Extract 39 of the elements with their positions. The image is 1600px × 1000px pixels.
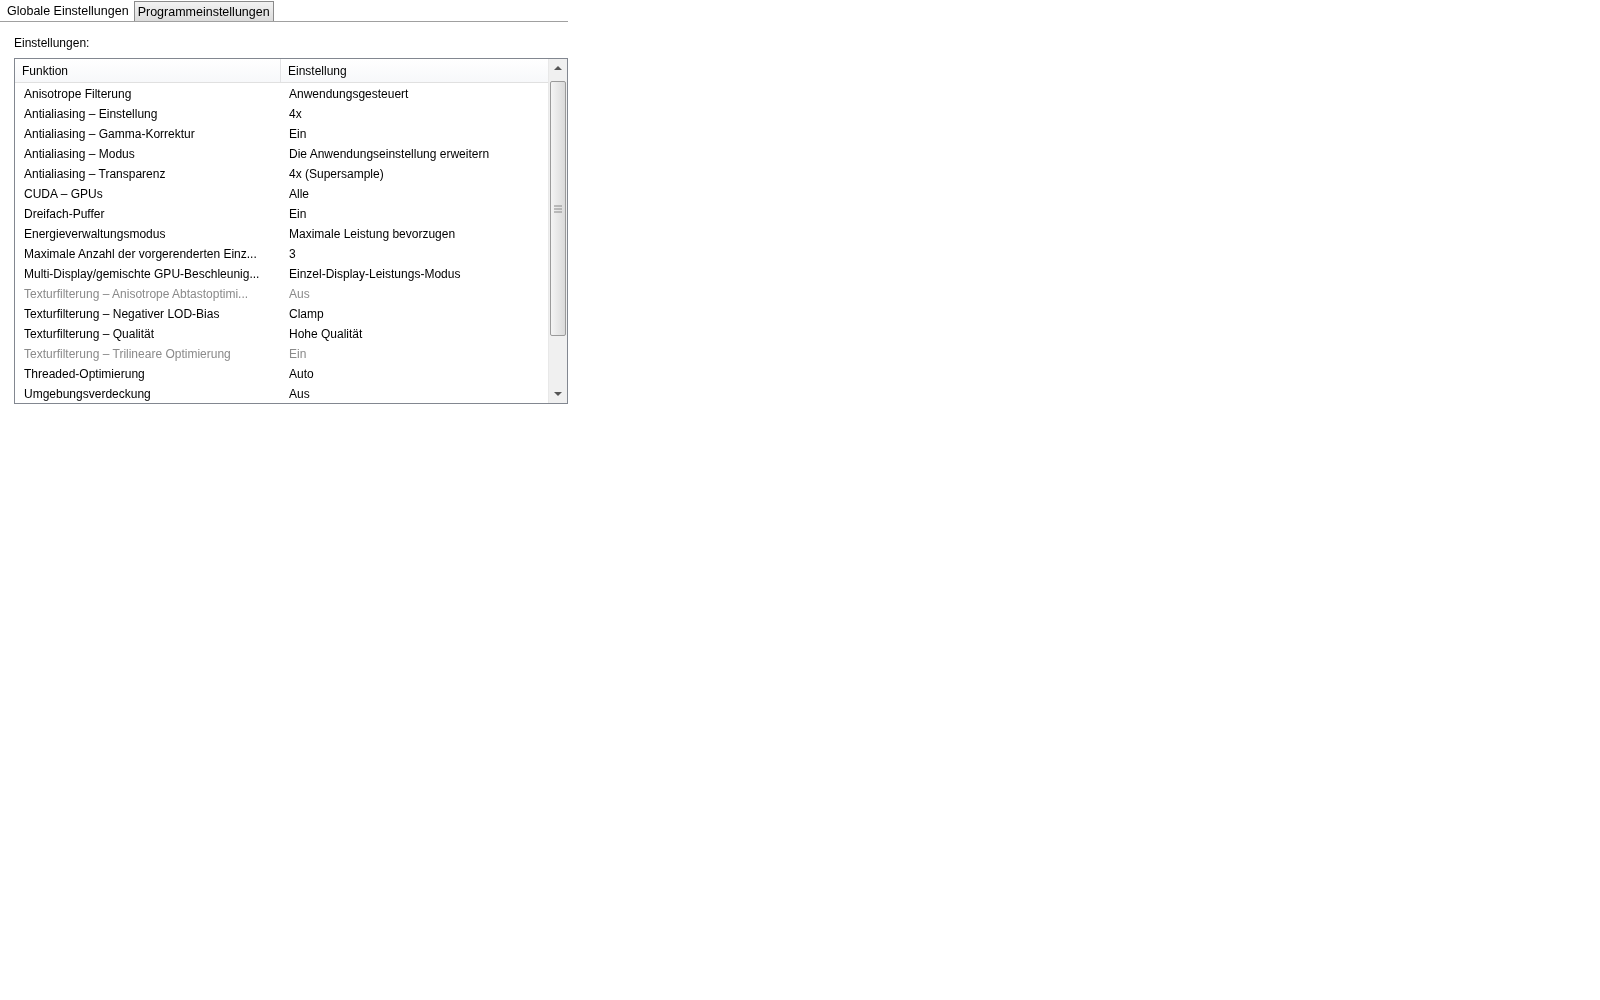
table-cell-text: Texturfilterung – Qualität [23, 327, 156, 341]
table-cell-text: Texturfilterung – Anisotrope Abtastoptimi... [23, 287, 250, 301]
grip-icon [554, 204, 562, 213]
table-cell-text: Antialiasing – Transparenz [23, 167, 167, 181]
table-cell-text: Aus [288, 287, 310, 301]
scrollbar[interactable] [548, 59, 567, 403]
table-cell-text: Aus [288, 387, 310, 401]
table-cell-text: Einzel-Display-Leistungs-Modus [288, 267, 461, 281]
scroll-thumb[interactable] [550, 81, 566, 336]
table-cell-text: Texturfilterung – Trilineare Optimierung [23, 347, 232, 361]
table-cell-text: 4x [288, 107, 302, 121]
table-cell-text: Multi-Display/gemischte GPU-Beschleunig... [23, 267, 261, 281]
table-cell-text: Energieverwaltungsmodus [23, 227, 167, 241]
table-cell-text: Ein [288, 207, 307, 221]
table-cell-text: Dreifach-Puffer [23, 207, 106, 221]
table-cell-text: Ein [288, 127, 307, 141]
table-cell-text: Antialiasing – Modus [23, 147, 136, 161]
table-cell-text: Ein [288, 347, 307, 361]
tab[interactable]: Programmeinstellungen [133, 1, 274, 21]
table-cell-text: 3 [288, 247, 296, 261]
column-header[interactable]: Einstellung [281, 59, 347, 82]
table-cell-text: Antialiasing – Gamma-Korrektur [23, 127, 196, 141]
settings-label: Einstellungen: [14, 36, 91, 52]
table-cell-text: Alle [288, 187, 309, 201]
table-cell-text: 4x (Supersample) [288, 167, 384, 181]
table-cell-text: Hohe Qualität [288, 327, 363, 341]
table-cell-text: Die Anwendungseinstellung erweitern [288, 147, 490, 161]
table-cell-text: Anisotrope Filterung [23, 87, 133, 101]
table-cell-text: Antialiasing – Einstellung [23, 107, 159, 121]
table-cell-text: Threaded-Optimierung [23, 367, 146, 381]
table-cell-text: Texturfilterung – Negativer LOD-Bias [23, 307, 221, 321]
column-header[interactable]: Funktion [15, 59, 281, 82]
table-cell-text: Clamp [288, 307, 324, 321]
table-cell-text: Maximale Anzahl der vorgerenderten Einz... [23, 247, 258, 261]
table-cell-text: Auto [288, 367, 314, 381]
table-cell-text: Maximale Leistung bevorzugen [288, 227, 456, 241]
table-cell-text: Anwendungsgesteuert [288, 87, 409, 101]
table-cell-text: Umgebungsverdeckung [23, 387, 152, 401]
table-cell-text: CUDA – GPUs [23, 187, 104, 201]
